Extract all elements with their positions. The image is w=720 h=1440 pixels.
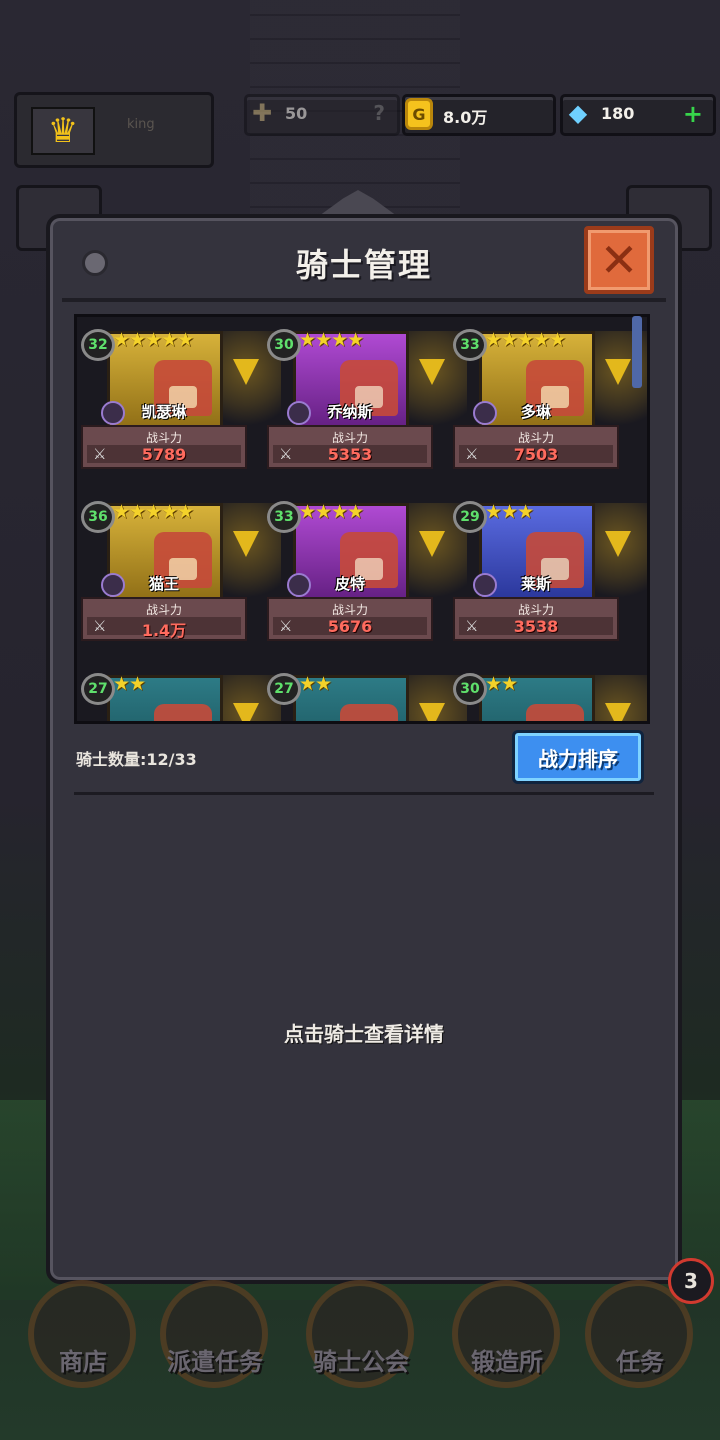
power-value: 1.4万 bbox=[141, 621, 187, 640]
player-info[interactable]: ♛ king bbox=[14, 92, 214, 168]
power-bar: ⚔ 5353 bbox=[273, 445, 427, 464]
sort-by-power-button[interactable]: 战力排序 bbox=[512, 730, 644, 784]
level-badge: 29 bbox=[453, 501, 487, 533]
level-badge: 30 bbox=[453, 673, 487, 705]
knight-count-value: 12/33 bbox=[146, 750, 197, 769]
knight-card[interactable]: 27 ★★ bbox=[81, 673, 281, 721]
gem-value: 180 bbox=[601, 104, 635, 123]
bottom-nav: 商店 派遣任务 骑士公会 锻造所 任务 bbox=[0, 1280, 720, 1440]
honor-icon: ✚ bbox=[251, 99, 273, 127]
power-label: 战斗力 bbox=[517, 431, 554, 445]
power-bar: ⚔ 5789 bbox=[87, 445, 241, 464]
nav-guild-label: 骑士公会 bbox=[313, 1348, 409, 1376]
power-plate: 战斗力 ⚔ 1.4万 bbox=[81, 597, 247, 641]
power-plate: 战斗力 ⚔ 3538 bbox=[453, 597, 619, 641]
nav-shop[interactable]: 商店 bbox=[18, 1280, 148, 1410]
knight-name: 乔纳斯 bbox=[327, 403, 373, 421]
knight-grid[interactable]: 32 ★★★★★ 凯瑟琳 战斗力 ⚔ 5789 30 ★★★★ 乔纳斯 战斗力 ⚔ 5353 33 ★★★… bbox=[74, 314, 650, 724]
power-value: 5789 bbox=[141, 445, 187, 464]
nav-forge-label: 锻造所 bbox=[471, 1348, 543, 1376]
gold-coin-icon: G bbox=[405, 98, 433, 130]
star-rating: ★★ bbox=[113, 673, 146, 695]
player-name: king bbox=[127, 117, 155, 132]
knight-card[interactable]: 33 ★★★★★ 多琳战斗力 ⚔ 7503 bbox=[453, 329, 647, 471]
close-icon: ✕ bbox=[599, 233, 639, 287]
nav-forge[interactable]: 锻造所 bbox=[442, 1280, 572, 1410]
knight-count-label: 骑士数量: bbox=[76, 750, 147, 769]
star-rating: ★★★★ bbox=[299, 501, 364, 523]
power-value: 7503 bbox=[513, 445, 559, 464]
knight-card[interactable]: 33 ★★★★ 皮特战斗力 ⚔ 5676 bbox=[267, 501, 467, 643]
knight-name: 皮特 bbox=[334, 575, 365, 593]
gem-icon: ◆ bbox=[568, 99, 588, 127]
knight-avatar bbox=[154, 704, 212, 721]
nav-guild[interactable]: 骑士公会 bbox=[296, 1280, 426, 1410]
star-rating: ★★★★ bbox=[299, 329, 364, 351]
level-badge: 32 bbox=[81, 329, 115, 361]
power-bar: ⚔ 1.4万 bbox=[87, 617, 241, 640]
add-gem-icon[interactable]: + bbox=[683, 100, 703, 128]
power-plate: 战斗力 ⚔ 7503 bbox=[453, 425, 619, 469]
detail-hint: 点击骑士查看详情 bbox=[284, 1022, 444, 1046]
level-badge: 33 bbox=[267, 501, 301, 533]
power-label: 战斗力 bbox=[517, 603, 554, 617]
power-plate: 战斗力 ⚔ 5789 bbox=[81, 425, 247, 469]
star-rating: ★★★★★ bbox=[113, 329, 194, 351]
honor-hint: ? bbox=[373, 101, 385, 125]
level-badge: 27 bbox=[81, 673, 115, 705]
star-rating: ★★★ bbox=[485, 501, 534, 523]
crown-icon: ♛ bbox=[31, 107, 95, 155]
power-label: 战斗力 bbox=[145, 603, 182, 617]
power-label: 战斗力 bbox=[331, 431, 368, 445]
honor-resource: ✚ 50 ? bbox=[244, 94, 400, 136]
knight-management-panel: 骑士管理 ✕ 32 ★★★★★ 凯瑟琳 战斗力 ⚔ 5789 30 ★★★★ 乔纳斯 战斗力 ⚔ 53… bbox=[46, 214, 682, 1284]
power-bar: ⚔ 7503 bbox=[459, 445, 613, 464]
level-badge: 27 bbox=[267, 673, 301, 705]
power-plate: 战斗力 ⚔ 5353 bbox=[267, 425, 433, 469]
star-rating: ★★★★★ bbox=[113, 501, 194, 523]
power-label: 战斗力 bbox=[145, 431, 182, 445]
knight-count: 骑士数量:12/33 bbox=[76, 746, 197, 770]
knight-card[interactable]: 32 ★★★★★ 凯瑟琳战斗力 ⚔ 5789 bbox=[81, 329, 281, 471]
gold-value: 8.0万 bbox=[443, 108, 488, 127]
knight-name: 多琳 bbox=[520, 403, 551, 421]
quest-badge: 3 bbox=[668, 1258, 714, 1304]
knight-avatar bbox=[526, 704, 584, 721]
power-value: 5676 bbox=[327, 617, 373, 636]
knight-name: 凯瑟琳 bbox=[141, 403, 187, 421]
star-rating: ★★★★★ bbox=[485, 329, 566, 351]
star-rating: ★★ bbox=[299, 673, 332, 695]
close-button[interactable]: ✕ bbox=[584, 226, 654, 294]
grid-scrollbar[interactable] bbox=[632, 316, 642, 388]
power-value: 5353 bbox=[327, 445, 373, 464]
nav-dispatch-label: 派遣任务 bbox=[167, 1348, 263, 1376]
knight-name: 莱斯 bbox=[520, 575, 551, 593]
knight-card[interactable]: 29 ★★★ 莱斯战斗力 ⚔ 3538 bbox=[453, 501, 647, 643]
gem-resource: ◆ 180 + bbox=[560, 94, 716, 136]
gold-resource: G 8.0万 bbox=[402, 94, 556, 136]
knight-card[interactable]: 27 ★★ bbox=[267, 673, 467, 721]
power-bar: ⚔ 5676 bbox=[273, 617, 427, 636]
star-rating: ★★ bbox=[485, 673, 518, 695]
power-label: 战斗力 bbox=[331, 603, 368, 617]
power-bar: ⚔ 3538 bbox=[459, 617, 613, 636]
knight-avatar bbox=[340, 704, 398, 721]
knight-card[interactable]: 36 ★★★★★ 猫王战斗力 ⚔ 1.4万 bbox=[81, 501, 281, 643]
level-badge: 33 bbox=[453, 329, 487, 361]
title-divider bbox=[62, 298, 666, 302]
knight-card[interactable]: 30 ★★ bbox=[453, 673, 647, 721]
nav-dispatch[interactable]: 派遣任务 bbox=[150, 1280, 280, 1410]
knight-card[interactable]: 30 ★★★★ 乔纳斯战斗力 ⚔ 5353 bbox=[267, 329, 467, 471]
honor-value: 50 bbox=[285, 104, 308, 123]
nav-shop-label: 商店 bbox=[59, 1348, 107, 1376]
level-badge: 36 bbox=[81, 501, 115, 533]
power-plate: 战斗力 ⚔ 5676 bbox=[267, 597, 433, 641]
nav-quest-label: 任务 bbox=[616, 1348, 664, 1376]
power-value: 3538 bbox=[513, 617, 559, 636]
knight-name: 猫王 bbox=[148, 575, 179, 593]
section-divider bbox=[74, 792, 654, 795]
level-badge: 30 bbox=[267, 329, 301, 361]
